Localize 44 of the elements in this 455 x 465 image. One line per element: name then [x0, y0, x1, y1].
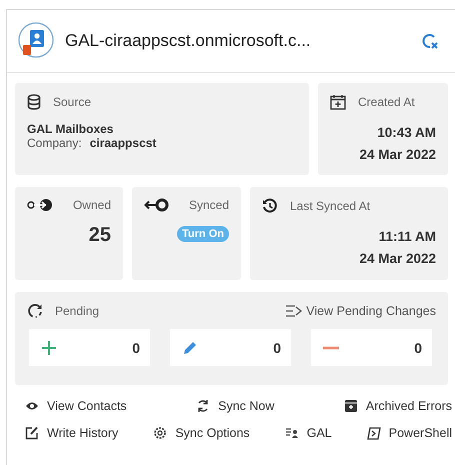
archive-icon	[344, 399, 358, 413]
created-label: Created At	[358, 95, 415, 109]
calendar-add-icon	[330, 94, 346, 110]
view-pending-changes-link[interactable]: View Pending Changes	[285, 304, 436, 318]
action-link[interactable]: Write History	[25, 426, 118, 440]
terminal-icon	[366, 426, 381, 440]
last-synced-date: 24 Mar 2022	[358, 250, 436, 268]
action-link[interactable]: Sync Options	[153, 426, 250, 440]
owned-label: Owned	[72, 198, 111, 212]
action-link[interactable]: Sync Now	[196, 399, 274, 413]
address-card-icon	[284, 427, 299, 439]
company-label: Company:	[27, 136, 82, 150]
database-icon	[27, 94, 41, 110]
eye-icon	[25, 401, 39, 411]
pending-label: Pending	[55, 304, 100, 318]
last-synced-time: 11:11 AM	[378, 228, 436, 246]
pending-count: 0	[273, 340, 281, 356]
source-label: Source	[53, 95, 92, 109]
plus-icon	[41, 340, 57, 356]
action-link[interactable]: View Contacts	[25, 399, 127, 413]
settings-icon	[153, 426, 168, 440]
pending-count: 0	[414, 340, 422, 356]
last-synced-label: Last Synced At	[290, 199, 370, 213]
synced-label: Synced	[188, 198, 229, 212]
sync-close-icon[interactable]	[421, 32, 439, 50]
edit-box-icon	[25, 426, 39, 440]
sync-icon	[196, 399, 210, 413]
created-date: 24 Mar 2022	[358, 146, 436, 164]
minus-icon	[323, 346, 339, 350]
pencil-icon	[182, 340, 198, 356]
synced-arrow-icon	[144, 198, 170, 212]
action-link[interactable]: GAL	[284, 426, 332, 440]
action-link[interactable]: PowerShell	[366, 426, 452, 440]
list-arrow-icon	[285, 304, 304, 318]
history-icon	[262, 198, 278, 214]
action-link[interactable]: Archived Errors	[344, 399, 452, 413]
company-name: ciraappscst	[90, 136, 156, 150]
pending-count: 0	[132, 340, 140, 356]
owned-count: 25	[88, 224, 111, 247]
refresh-icon	[27, 303, 43, 319]
owned-arrow-icon	[27, 198, 53, 212]
created-time: 10:43 AM	[376, 124, 436, 142]
source-name: GAL Mailboxes	[27, 122, 114, 136]
window-title: GAL-ciraappscst.onmicrosoft.c...	[65, 31, 312, 51]
